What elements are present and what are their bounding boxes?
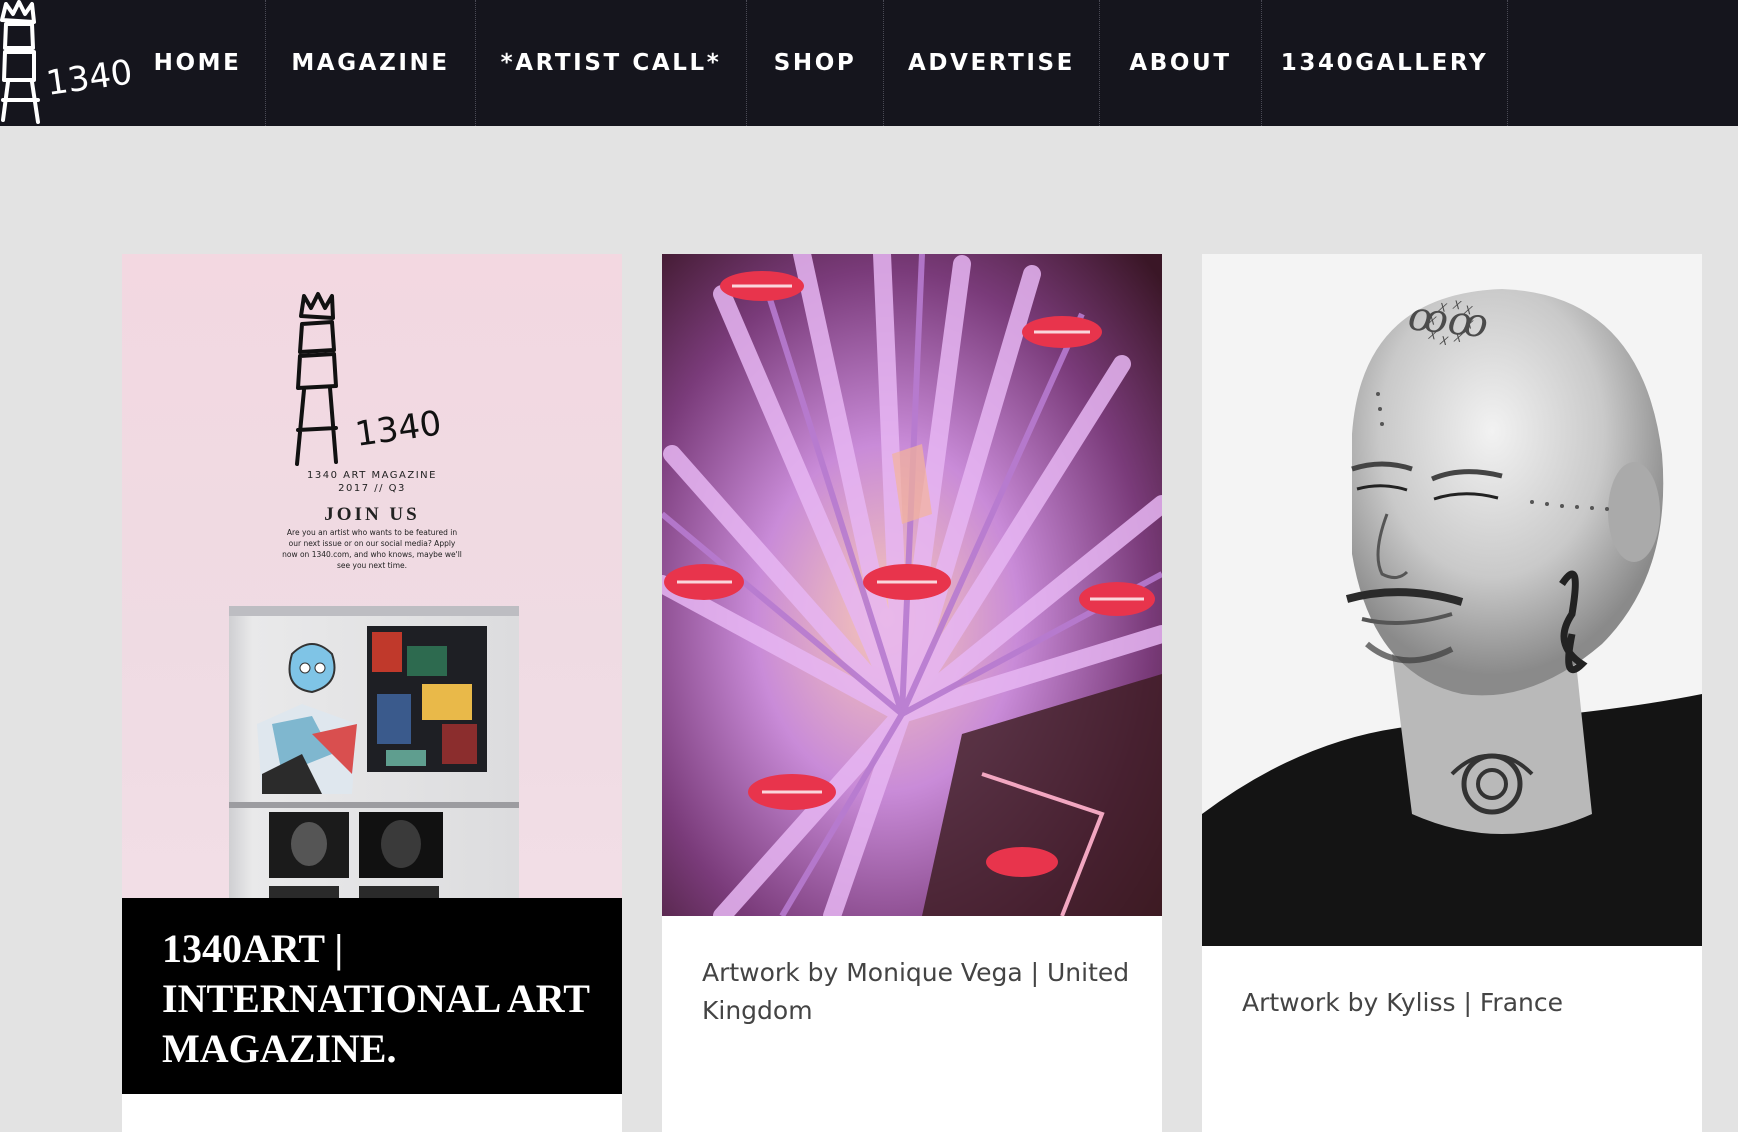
nav-about[interactable]: ABOUT bbox=[1100, 0, 1261, 126]
top-navigation: 1340 HOME MAGAZINE *ARTIST CALL* SHOP AD… bbox=[0, 0, 1738, 126]
artwork-image-tattooed-portrait[interactable]: ꝏ꙰ꝏ bbox=[1202, 254, 1702, 946]
nav-1340gallery[interactable]: 1340GALLERY bbox=[1262, 0, 1507, 126]
crown-tower-logo-icon: 1340 bbox=[0, 0, 135, 124]
artwork-caption[interactable]: Artwork by Monique Vega | United Kingdom bbox=[702, 954, 1132, 1030]
magazine-poster-image[interactable]: 1340 1340 ART MAGAZINE 2017 // Q3 JOIN U… bbox=[122, 254, 622, 898]
magazine-title[interactable]: 1340ART | INTERNATIONAL ART MAGAZINE. bbox=[162, 926, 589, 1071]
artwork-card-kyliss[interactable]: ꝏ꙰ꝏ Artwork by Kyliss | France bbox=[1202, 254, 1702, 1132]
artwork-image-kaleidoscope-lips[interactable] bbox=[662, 254, 1162, 916]
artwork-caption[interactable]: Artwork by Kyliss | France bbox=[1242, 984, 1672, 1022]
magazine-mockup-illustration bbox=[229, 606, 519, 898]
nav-home[interactable]: HOME bbox=[130, 0, 265, 126]
nav-advertise[interactable]: ADVERTISE bbox=[884, 0, 1099, 126]
magazine-card[interactable]: 1340 1340 ART MAGAZINE 2017 // Q3 JOIN U… bbox=[122, 254, 622, 1132]
site-logo[interactable]: 1340 bbox=[0, 0, 135, 126]
artwork-card-monique-vega[interactable]: Artwork by Monique Vega | United Kingdom bbox=[662, 254, 1162, 1132]
nav-magazine[interactable]: MAGAZINE bbox=[266, 0, 475, 126]
nav-divider bbox=[1507, 0, 1508, 126]
svg-text:1340: 1340 bbox=[44, 52, 130, 104]
magazine-title-box[interactable]: 1340ART | INTERNATIONAL ART MAGAZINE. bbox=[122, 898, 622, 1094]
nav-artist-call[interactable]: *ARTIST CALL* bbox=[476, 0, 746, 126]
nav-shop[interactable]: SHOP bbox=[747, 0, 883, 126]
